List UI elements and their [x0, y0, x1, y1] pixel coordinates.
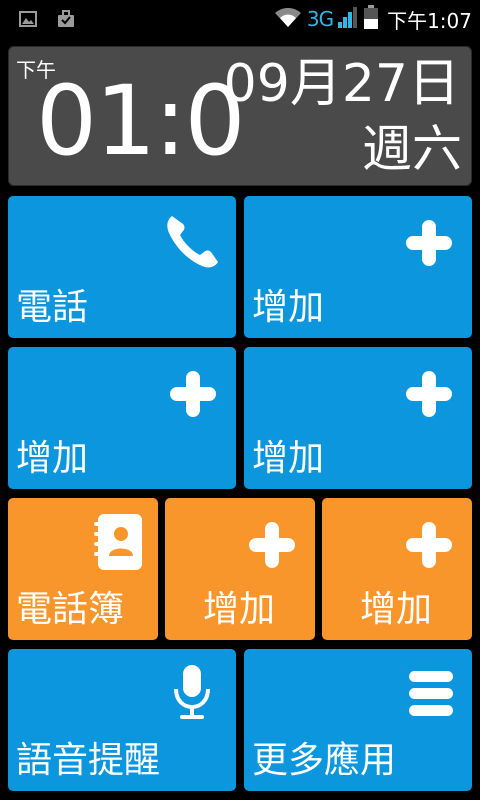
plus-icon [404, 218, 454, 268]
status-bar-clock: 下午1:07 [387, 8, 472, 33]
network-type-label: 3G [306, 7, 334, 31]
image-icon [18, 9, 38, 29]
contacts-book-icon [92, 512, 144, 572]
clock-time: 01:0 [36, 65, 246, 177]
signal-icon [337, 5, 359, 33]
clock-weekday: 週六 [362, 120, 462, 178]
briefcase-icon [56, 9, 76, 29]
clock-date: 09月27日 [223, 54, 460, 114]
tile-label: 增加 [360, 589, 433, 630]
plus-icon [247, 520, 297, 570]
tile-label: 增加 [203, 589, 276, 630]
clock-widget[interactable]: 下午 01:0 09月27日 週六 [8, 46, 472, 186]
plus-icon [404, 520, 454, 570]
tile-label: 更多應用 [252, 740, 397, 781]
tile-label: 增加 [252, 438, 325, 479]
status-bar: 3G 下午1:07 [0, 0, 480, 38]
tile-add-3[interactable]: 增加 [244, 347, 472, 489]
tile-label: 語音提醒 [16, 740, 161, 781]
tile-phone[interactable]: 電話 [8, 196, 236, 338]
microphone-icon [172, 663, 212, 721]
tile-add-4[interactable]: 增加 [165, 498, 315, 640]
tile-contacts[interactable]: 電話簿 [8, 498, 158, 640]
plus-icon [168, 369, 218, 419]
wifi-icon [273, 5, 303, 33]
tile-add-1[interactable]: 增加 [244, 196, 472, 338]
tile-label: 增加 [252, 287, 325, 328]
tile-more-apps[interactable]: 更多應用 [244, 649, 472, 791]
tile-add-5[interactable]: 增加 [322, 498, 472, 640]
tile-add-2[interactable]: 增加 [8, 347, 236, 489]
tile-label: 增加 [16, 438, 89, 479]
menu-icon [408, 669, 454, 719]
tile-voice-reminder[interactable]: 語音提醒 [8, 649, 236, 791]
plus-icon [404, 369, 454, 419]
phone-icon [162, 210, 224, 272]
tile-label: 電話 [16, 287, 89, 328]
battery-icon [363, 4, 379, 34]
tile-label: 電話簿 [16, 589, 125, 630]
